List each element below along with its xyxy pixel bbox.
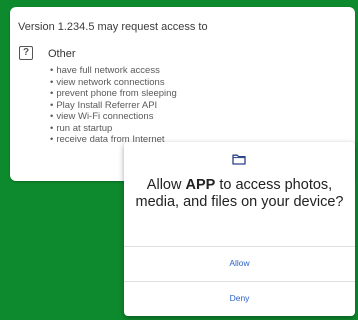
dialog-title-prefix: Allow bbox=[146, 177, 182, 193]
permission-item: prevent phone from sleeping bbox=[50, 88, 176, 100]
request-text: may request access to bbox=[97, 21, 208, 33]
app-version: Version 1.234.5 bbox=[18, 21, 95, 33]
permission-item: Play Install Referrer API bbox=[50, 100, 177, 112]
permission-item: view network connections bbox=[50, 77, 177, 89]
permissions-header: Version 1.234.5 may request access to bbox=[18, 21, 208, 33]
deny-button[interactable]: Deny bbox=[124, 281, 355, 315]
app-name: APP bbox=[185, 177, 216, 193]
permission-item: view Wi-Fi connections bbox=[50, 111, 177, 123]
dialog-title: Allow APP to access photos, media, and f… bbox=[132, 177, 347, 211]
permission-list: have full network access view network co… bbox=[50, 65, 177, 146]
unknown-permission-icon: ? bbox=[19, 46, 33, 60]
allow-button[interactable]: Allow bbox=[124, 246, 355, 280]
permission-dialog: Allow APP to access photos, media, and f… bbox=[124, 142, 355, 316]
folder-icon bbox=[232, 154, 246, 165]
permission-item: have full network access bbox=[50, 65, 177, 77]
permission-item: run at startup bbox=[50, 123, 177, 135]
permission-category-title: Other bbox=[48, 48, 76, 60]
